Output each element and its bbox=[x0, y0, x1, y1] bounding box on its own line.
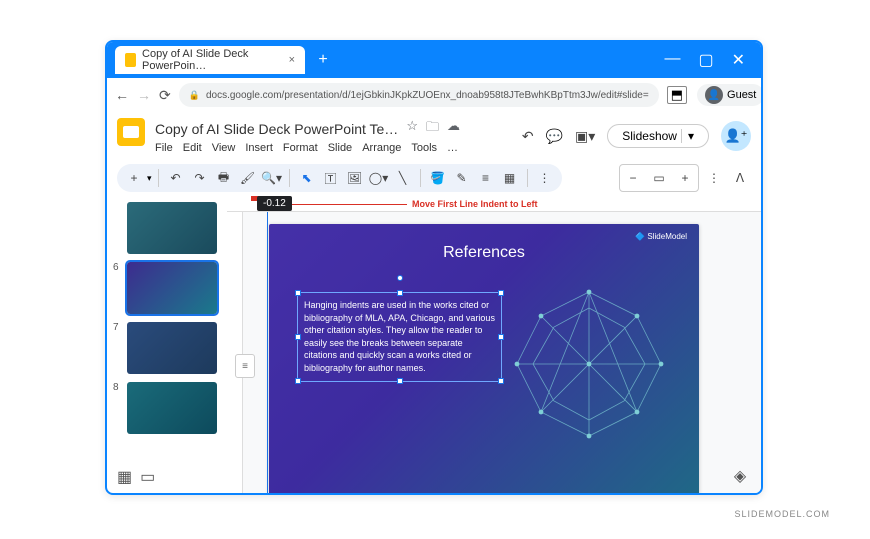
resize-handle[interactable] bbox=[498, 290, 504, 296]
new-tab-button[interactable]: + bbox=[311, 48, 335, 72]
resize-handle[interactable] bbox=[498, 334, 504, 340]
menu-arrange[interactable]: Arrange bbox=[362, 142, 401, 154]
thumbnail-6[interactable] bbox=[127, 262, 217, 314]
slides-favicon bbox=[125, 53, 136, 67]
menu-view[interactable]: View bbox=[212, 142, 236, 154]
browser-window: Copy of AI Slide Deck PowerPoin… × + — ▢… bbox=[105, 40, 763, 495]
grid-view-icon[interactable]: ▦ bbox=[117, 467, 132, 487]
border-weight-icon[interactable]: ≡ bbox=[475, 167, 497, 189]
speaker-notes-handle[interactable]: ≡ bbox=[235, 354, 255, 378]
menu-insert[interactable]: Insert bbox=[245, 142, 273, 154]
thumbnail-8[interactable] bbox=[127, 382, 217, 434]
border-dash-icon[interactable]: ▦ bbox=[499, 167, 521, 189]
back-icon[interactable]: ← bbox=[115, 87, 129, 103]
zoom-out-icon[interactable]: − bbox=[622, 167, 644, 189]
menu-file[interactable]: File bbox=[155, 142, 173, 154]
slide-title[interactable]: References bbox=[269, 244, 699, 262]
lock-icon: 🔒 bbox=[189, 90, 200, 101]
fill-icon[interactable]: 🪣 bbox=[427, 167, 449, 189]
thumbnail-5[interactable] bbox=[127, 202, 217, 254]
undo-icon[interactable]: ↶ bbox=[165, 167, 187, 189]
slide-canvas[interactable]: -0.12 Move First Line Indent to Left ≡ 🔷… bbox=[227, 196, 761, 495]
menu-more[interactable]: … bbox=[447, 142, 458, 154]
resize-handle[interactable] bbox=[498, 378, 504, 384]
cloud-icon[interactable]: ☁ bbox=[447, 118, 460, 140]
menu-bar: File Edit View Insert Format Slide Arran… bbox=[155, 142, 512, 154]
slides-logo-icon[interactable] bbox=[117, 118, 145, 146]
maximize-icon[interactable]: ▢ bbox=[698, 50, 713, 70]
slideshow-button[interactable]: Slideshow ▾ bbox=[607, 124, 709, 148]
url-field[interactable]: 🔒 docs.google.com/presentation/d/1ejGbki… bbox=[179, 83, 659, 107]
wireframe-sphere-graphic bbox=[509, 284, 669, 444]
indent-tooltip: -0.12 bbox=[257, 196, 292, 211]
redo-icon[interactable]: ↷ bbox=[189, 167, 211, 189]
explore-icon[interactable]: ◈ bbox=[729, 465, 751, 487]
zoom-fit-icon[interactable]: ▭ bbox=[648, 167, 670, 189]
thumbnail-panel[interactable]: 6 7 8 bbox=[107, 196, 227, 495]
watermark: SLIDEMODEL.COM bbox=[734, 509, 830, 519]
annotation-label: Move First Line Indent to Left bbox=[412, 199, 538, 209]
url-text: docs.google.com/presentation/d/1ejGbkinJ… bbox=[206, 90, 649, 101]
image-icon[interactable]: 🖼 bbox=[344, 167, 366, 189]
guest-label: Guest bbox=[727, 89, 756, 101]
content-area: 6 7 8 -0.12 Move First Line Indent to Le… bbox=[107, 196, 761, 495]
more-toolbar-icon[interactable]: ⋮ bbox=[534, 167, 556, 189]
menu-slide[interactable]: Slide bbox=[328, 142, 352, 154]
slideshow-dropdown-icon[interactable]: ▾ bbox=[681, 129, 694, 143]
doc-title[interactable]: Copy of AI Slide Deck PowerPoint Te… bbox=[155, 121, 398, 137]
menu-tools[interactable]: Tools bbox=[411, 142, 437, 154]
avatar-icon: 👤 bbox=[705, 86, 723, 104]
print-icon[interactable]: 🖶 bbox=[213, 167, 235, 189]
filmstrip-icon[interactable]: ▭ bbox=[140, 467, 155, 487]
zoom-in-icon[interactable]: + bbox=[674, 167, 696, 189]
tab-title: Copy of AI Slide Deck PowerPoin… bbox=[142, 48, 279, 72]
meet-icon[interactable]: ▣▾ bbox=[575, 128, 595, 145]
doc-header: Copy of AI Slide Deck PowerPoint Te… ☆ 🗀… bbox=[107, 112, 761, 160]
star-icon[interactable]: ☆ bbox=[406, 118, 418, 140]
menu-edit[interactable]: Edit bbox=[183, 142, 202, 154]
menu-format[interactable]: Format bbox=[283, 142, 318, 154]
browser-titlebar: Copy of AI Slide Deck PowerPoin… × + — ▢… bbox=[107, 42, 761, 78]
close-window-icon[interactable]: ✕ bbox=[732, 50, 745, 70]
annotation-arrow bbox=[287, 204, 407, 205]
toolbar-kebab-icon[interactable]: ⋮ bbox=[703, 167, 725, 189]
resize-handle[interactable] bbox=[295, 290, 301, 296]
new-slide-button[interactable]: + bbox=[123, 167, 145, 189]
text-content[interactable]: Hanging indents are used in the works ci… bbox=[304, 299, 495, 375]
address-bar: ← → ⟳ 🔒 docs.google.com/presentation/d/1… bbox=[107, 78, 761, 112]
text-box-selected[interactable]: Hanging indents are used in the works ci… bbox=[297, 292, 502, 382]
install-icon[interactable]: ⬒ bbox=[667, 86, 687, 104]
resize-handle[interactable] bbox=[295, 378, 301, 384]
textbox-icon[interactable]: 🅃 bbox=[320, 167, 342, 189]
select-icon[interactable]: ⬉ bbox=[296, 167, 318, 189]
comment-icon[interactable]: 💬 bbox=[546, 128, 563, 145]
history-icon[interactable]: ↶ bbox=[522, 128, 534, 145]
border-color-icon[interactable]: ✎ bbox=[451, 167, 473, 189]
paint-format-icon[interactable]: 🖌 bbox=[237, 167, 259, 189]
resize-handle[interactable] bbox=[397, 290, 403, 296]
share-button[interactable]: 👤⁺ bbox=[721, 121, 751, 151]
line-icon[interactable]: ╲ bbox=[392, 167, 414, 189]
thumbnail-7[interactable] bbox=[127, 322, 217, 374]
minimize-icon[interactable]: — bbox=[664, 50, 680, 70]
rotate-handle[interactable] bbox=[397, 275, 403, 281]
vertical-guide bbox=[267, 212, 268, 495]
move-icon[interactable]: 🗀 bbox=[426, 118, 439, 140]
slidemodel-logo: 🔷 SlideModel bbox=[635, 232, 687, 241]
forward-icon[interactable]: → bbox=[137, 87, 151, 103]
profile-chip[interactable]: 👤 Guest bbox=[697, 84, 763, 106]
close-tab-icon[interactable]: × bbox=[289, 54, 295, 66]
toolbar: +▾ ↶ ↷ 🖶 🖌 🔍▾ ⬉ 🅃 🖼 ◯▾ ╲ 🪣 ✎ ≡ ▦ ⋮ − ▭ + bbox=[107, 160, 761, 196]
horizontal-ruler[interactable]: -0.12 Move First Line Indent to Left bbox=[227, 196, 761, 212]
reload-icon[interactable]: ⟳ bbox=[159, 87, 171, 104]
slide[interactable]: 🔷 SlideModel References Hanging indents … bbox=[269, 224, 699, 495]
shape-icon[interactable]: ◯▾ bbox=[368, 167, 390, 189]
hide-menus-icon[interactable]: ᐱ bbox=[729, 167, 751, 189]
resize-handle[interactable] bbox=[397, 378, 403, 384]
zoom-icon[interactable]: 🔍▾ bbox=[261, 167, 283, 189]
zoom-controls[interactable]: − ▭ + bbox=[619, 164, 699, 192]
resize-handle[interactable] bbox=[295, 334, 301, 340]
browser-tab[interactable]: Copy of AI Slide Deck PowerPoin… × bbox=[115, 46, 305, 74]
